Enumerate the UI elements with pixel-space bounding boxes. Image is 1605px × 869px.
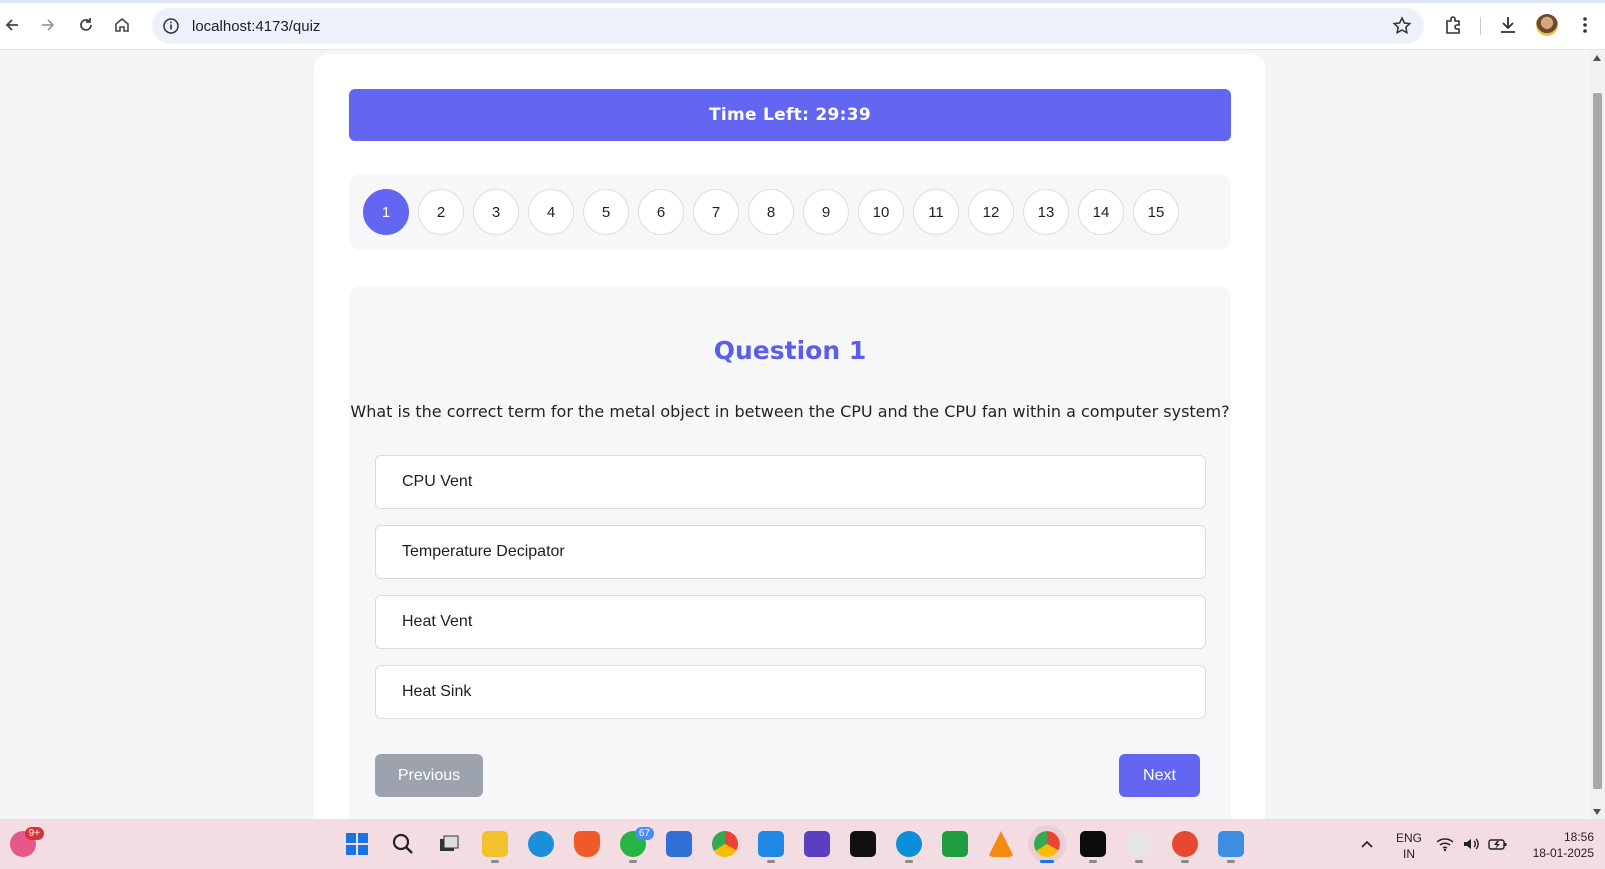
widgets-icon[interactable]: 9+ [10, 827, 44, 857]
store-icon[interactable] [666, 831, 692, 857]
question-number-7[interactable]: 7 [693, 189, 739, 235]
windows-start-icon[interactable] [344, 831, 370, 857]
page-viewport: Time Left: 29:39 1 2 3 4 5 6 7 8 9 10 11 12 13 14 15 Q… [0, 51, 1590, 819]
browser-toolbar: localhost:4173/quiz [0, 0, 1605, 50]
home-icon[interactable] [110, 13, 134, 37]
question-number-1[interactable]: 1 [363, 189, 409, 235]
edge-icon[interactable] [528, 831, 554, 857]
question-number-11[interactable]: 11 [913, 189, 959, 235]
running-indicator [767, 860, 775, 863]
address-bar[interactable]: localhost:4173/quiz [152, 8, 1424, 44]
answer-option[interactable]: Heat Sink [375, 665, 1206, 719]
question-text: What is the correct term for the metal o… [350, 402, 1230, 421]
whatsapp-badge: 67 [634, 827, 654, 840]
volume-icon[interactable] [1462, 836, 1480, 852]
task-view-icon[interactable] [436, 831, 462, 857]
next-button[interactable]: Next [1119, 754, 1200, 797]
whatsapp-icon[interactable]: 67 [620, 827, 654, 863]
question-number-2[interactable]: 2 [418, 189, 464, 235]
chrome-icon[interactable] [712, 831, 738, 857]
previous-button[interactable]: Previous [375, 754, 483, 797]
question-number-3[interactable]: 3 [473, 189, 519, 235]
question-number-9[interactable]: 9 [803, 189, 849, 235]
site-info-icon[interactable] [162, 17, 180, 35]
date: 18-01-2025 [1532, 846, 1594, 860]
quiz-card: Time Left: 29:39 1 2 3 4 5 6 7 8 9 10 11 12 13 14 15 Q… [314, 54, 1265, 819]
windows-taskbar: 9+ 67 ENG IN 18:56 18-01-2025 [0, 819, 1605, 869]
pycharm-icon[interactable] [1080, 831, 1106, 863]
forward-icon[interactable] [36, 13, 60, 37]
brave-icon[interactable] [574, 831, 600, 857]
region-code: IN [1403, 847, 1415, 861]
tab-strip-edge [0, 0, 1605, 3]
question-panel: Question 1 What is the correct term for … [349, 286, 1231, 819]
question-number-10[interactable]: 10 [858, 189, 904, 235]
chrome-active-icon[interactable] [1028, 825, 1066, 863]
git-app-icon[interactable] [1172, 831, 1198, 863]
question-title: Question 1 [713, 336, 867, 365]
question-navigator: 1 2 3 4 5 6 7 8 9 10 11 12 13 14 15 [349, 174, 1231, 250]
answer-option[interactable]: Heat Vent [375, 595, 1206, 649]
wifi-icon[interactable] [1436, 836, 1454, 852]
question-number-12[interactable]: 12 [968, 189, 1014, 235]
extensions-icon[interactable] [1442, 14, 1464, 36]
language-indicator[interactable]: ENG IN [1392, 830, 1426, 862]
question-number-6[interactable]: 6 [638, 189, 684, 235]
bookmark-star-icon[interactable] [1392, 16, 1412, 36]
scrollbar-thumb[interactable] [1593, 93, 1602, 789]
postman-app-icon[interactable] [804, 831, 830, 857]
skype-icon[interactable] [896, 831, 922, 863]
xbox-icon[interactable] [942, 831, 968, 857]
running-indicator [1227, 860, 1235, 863]
time: 18:56 [1563, 830, 1594, 844]
running-indicator [905, 860, 913, 863]
steam-icon[interactable] [1126, 831, 1152, 863]
notification-badge: 9+ [24, 827, 44, 840]
page-scrollbar[interactable] [1590, 51, 1605, 819]
active-indicator [1040, 860, 1054, 863]
chevron-up-icon[interactable] [1360, 837, 1374, 851]
reload-icon[interactable] [74, 13, 98, 37]
menu-kebab-icon[interactable] [1574, 14, 1596, 36]
scroll-down-icon[interactable] [1593, 809, 1601, 815]
running-indicator [1181, 860, 1189, 863]
battery-icon[interactable] [1488, 836, 1508, 852]
question-number-14[interactable]: 14 [1078, 189, 1124, 235]
running-indicator [1135, 860, 1143, 863]
toolbar-divider [1480, 17, 1481, 35]
scroll-up-icon[interactable] [1593, 55, 1601, 61]
running-indicator [1089, 860, 1097, 863]
question-number-4[interactable]: 4 [528, 189, 574, 235]
question-number-15[interactable]: 15 [1133, 189, 1179, 235]
running-indicator [629, 860, 637, 863]
answer-option[interactable]: CPU Vent [375, 455, 1206, 509]
running-indicator [491, 860, 499, 863]
profile-avatar[interactable] [1536, 14, 1558, 36]
vlc-icon[interactable] [988, 831, 1014, 857]
back-icon[interactable] [0, 13, 24, 37]
intellij-icon[interactable] [850, 831, 876, 857]
answer-option[interactable]: Temperature Decipator [375, 525, 1206, 579]
download-icon[interactable] [1497, 14, 1519, 36]
clock[interactable]: 18:56 18-01-2025 [1518, 829, 1594, 861]
url-text: localhost:4173/quiz [192, 18, 321, 35]
draw-app-icon[interactable] [1218, 831, 1244, 863]
timer-banner: Time Left: 29:39 [349, 89, 1231, 141]
search-icon[interactable] [390, 831, 416, 857]
question-number-13[interactable]: 13 [1023, 189, 1069, 235]
vscode-icon[interactable] [758, 831, 784, 863]
language-code: ENG [1395, 831, 1422, 845]
question-number-8[interactable]: 8 [748, 189, 794, 235]
file-explorer-icon[interactable] [482, 831, 508, 863]
question-number-5[interactable]: 5 [583, 189, 629, 235]
